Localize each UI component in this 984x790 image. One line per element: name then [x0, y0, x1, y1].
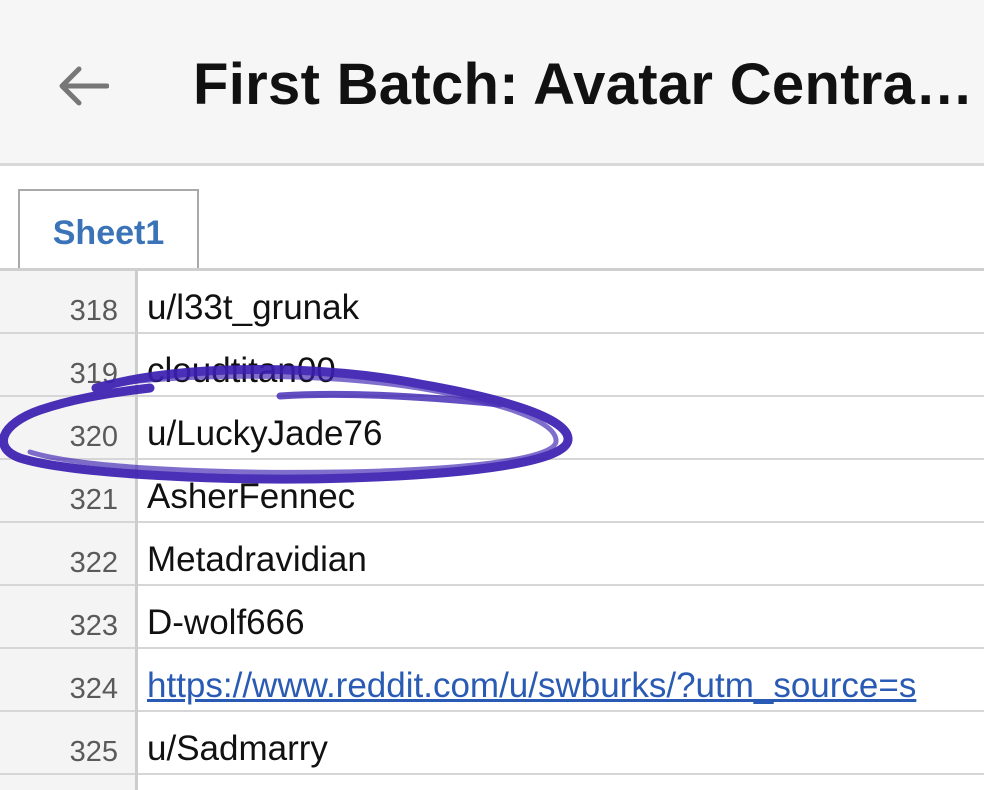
row-number[interactable]: 320: [0, 397, 118, 460]
document-title: First Batch: Avatar Centra…: [193, 52, 973, 117]
row-number[interactable]: 323: [0, 586, 118, 649]
table-row: 321 AsherFennec: [0, 460, 984, 523]
table-row: 319 cloudtitan00: [0, 334, 984, 397]
row-number[interactable]: 319: [0, 334, 118, 397]
table-row: 324 https://www.reddit.com/u/swburks/?ut…: [0, 649, 984, 712]
cell[interactable]: Metadravidian: [147, 523, 984, 586]
sheet-grid: 318 u/l33t_grunak 319 cloudtitan00 320 u…: [0, 271, 984, 790]
app-bar: First Batch: Avatar Centra…: [0, 0, 984, 166]
row-number[interactable]: 318: [0, 271, 118, 334]
back-button[interactable]: [52, 58, 114, 114]
arrow-left-icon: [59, 66, 109, 106]
column-divider: [135, 271, 138, 790]
row-number[interactable]: 324: [0, 649, 118, 712]
table-row: 323 D-wolf666: [0, 586, 984, 649]
cell[interactable]: D-wolf666: [147, 586, 984, 649]
row-number[interactable]: 321: [0, 460, 118, 523]
cell[interactable]: cloudtitan00: [147, 334, 984, 397]
cell[interactable]: u/l33t_grunak: [147, 271, 984, 334]
table-row: 325 u/Sadmarry: [0, 712, 984, 775]
table-row: 322 Metadravidian: [0, 523, 984, 586]
row-number[interactable]: 322: [0, 523, 118, 586]
cell[interactable]: AsherFennec: [147, 460, 984, 523]
tab-label: Sheet1: [52, 214, 165, 252]
tab-sheet1[interactable]: Sheet1: [18, 189, 199, 270]
spreadsheet-viewer: First Batch: Avatar Centra… Sheet1 318 u…: [0, 0, 984, 790]
cell[interactable]: u/Sadmarry: [147, 712, 984, 775]
cell[interactable]: u/LuckyJade76: [147, 397, 984, 460]
table-row: 318 u/l33t_grunak: [0, 271, 984, 334]
row-number[interactable]: 325: [0, 712, 118, 775]
cell-link[interactable]: https://www.reddit.com/u/swburks/?utm_so…: [147, 649, 984, 712]
sheet-tab-strip: Sheet1: [0, 166, 984, 270]
table-row: 320 u/LuckyJade76: [0, 397, 984, 460]
